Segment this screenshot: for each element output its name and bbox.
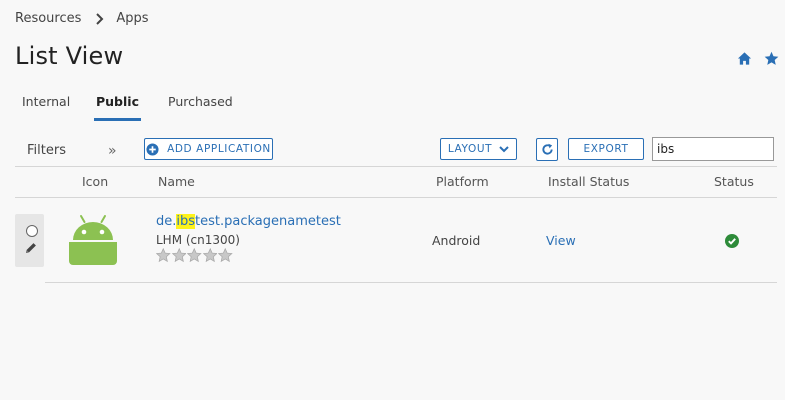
pencil-icon[interactable] (24, 241, 38, 255)
row-select-radio[interactable] (26, 225, 38, 237)
check-circle-icon (725, 234, 739, 248)
add-application-button[interactable]: ADD APPLICATION (144, 138, 273, 160)
search-highlight: ibs (176, 214, 196, 229)
column-header-platform[interactable]: Platform (436, 174, 489, 189)
divider (15, 197, 777, 198)
android-icon (69, 215, 117, 265)
tab-internal[interactable]: Internal (22, 88, 70, 121)
star-icon[interactable] (763, 50, 779, 66)
star-rating-icon (187, 248, 202, 263)
star-rating (156, 248, 233, 263)
search-input[interactable] (652, 137, 774, 161)
divider (15, 166, 777, 167)
refresh-icon (541, 143, 553, 155)
home-icon[interactable] (736, 50, 752, 66)
layout-label: LAYOUT (447, 143, 493, 155)
export-button[interactable]: EXPORT (568, 138, 644, 160)
star-rating-icon (171, 248, 186, 263)
star-rating-icon (218, 248, 233, 263)
install-status-view-link[interactable]: View (546, 233, 576, 248)
page-title: List View (15, 42, 124, 70)
divider (45, 282, 777, 283)
app-owner: LHM (cn1300) (156, 233, 240, 247)
layout-button[interactable]: LAYOUT (440, 138, 517, 160)
plus-circle-icon (146, 142, 159, 156)
breadcrumb: Resources Apps (15, 11, 149, 26)
platform-cell: Android (432, 233, 481, 248)
column-header-status[interactable]: Status (714, 174, 754, 189)
breadcrumb-resources[interactable]: Resources (15, 11, 81, 26)
chevron-right-icon (95, 12, 104, 25)
app-name-link[interactable]: de.ibstest.packagenametest (156, 214, 341, 229)
app-name-prefix: de. (156, 214, 177, 229)
expand-filters-button[interactable]: » (108, 143, 117, 159)
breadcrumb-apps: Apps (116, 11, 149, 26)
filters-label: Filters (27, 143, 66, 158)
column-header-install-status[interactable]: Install Status (548, 174, 629, 189)
export-label: EXPORT (583, 143, 629, 155)
refresh-button[interactable] (536, 138, 558, 161)
column-header-name[interactable]: Name (158, 174, 195, 189)
add-application-label: ADD APPLICATION (167, 143, 271, 155)
star-rating-icon (156, 248, 171, 263)
tab-public[interactable]: Public (94, 88, 141, 121)
star-rating-icon (202, 248, 217, 263)
column-header-icon[interactable]: Icon (82, 174, 108, 189)
app-name-suffix: test.packagenametest (195, 214, 341, 229)
tab-purchased[interactable]: Purchased (168, 88, 233, 121)
row-controls (15, 214, 44, 267)
chevron-down-icon (499, 145, 509, 152)
